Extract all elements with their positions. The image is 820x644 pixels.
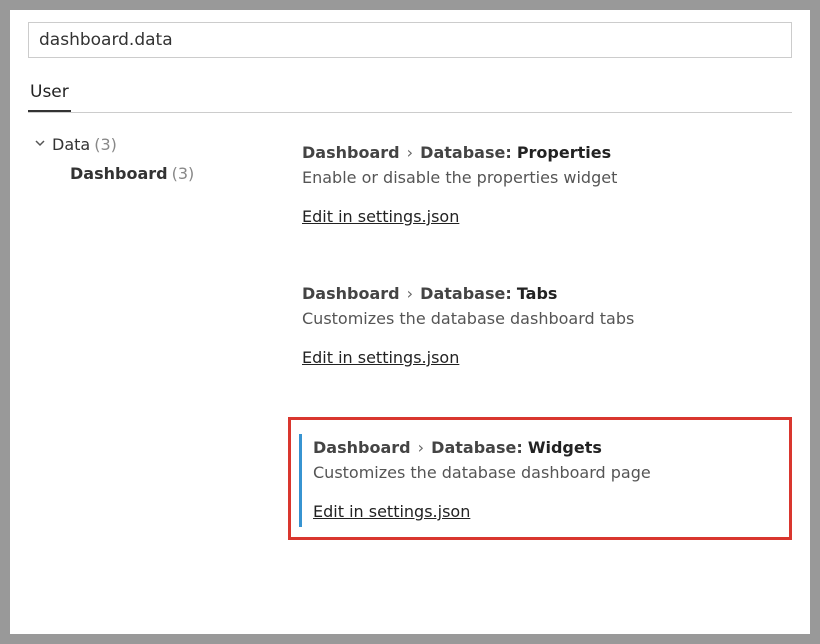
breadcrumb-part: Dashboard (313, 438, 411, 457)
setting-title: Dashboard › Database: Properties (302, 143, 782, 162)
search-input[interactable] (28, 22, 792, 58)
setting-desc: Enable or disable the properties widget (302, 168, 782, 187)
setting-properties: Dashboard › Database: Properties Enable … (288, 139, 792, 232)
setting-widgets: Dashboard › Database: Widgets Customizes… (299, 434, 781, 527)
tree-label-data: Data (52, 135, 90, 154)
breadcrumb-sep: › (418, 438, 424, 457)
chevron-down-icon (34, 137, 48, 153)
settings-window: User Data (3) Dashboard (3) Dashboard › (10, 10, 810, 634)
breadcrumb-part: Dashboard (302, 284, 400, 303)
highlight-annotation: Dashboard › Database: Widgets Customizes… (288, 417, 792, 540)
setting-title: Dashboard › Database: Widgets (313, 438, 771, 457)
sidebar: Data (3) Dashboard (3) (28, 131, 288, 540)
breadcrumb-sep: › (407, 284, 413, 303)
setting-name: Widgets (528, 438, 602, 457)
setting-name: Properties (517, 143, 611, 162)
setting-desc: Customizes the database dashboard page (313, 463, 771, 482)
breadcrumb-sep: › (407, 143, 413, 162)
breadcrumb-part: Dashboard (302, 143, 400, 162)
breadcrumb-part: Database: (431, 438, 523, 457)
tree-count-data: (3) (94, 135, 117, 154)
breadcrumb-part: Database: (420, 143, 512, 162)
tabs-bar: User (28, 76, 792, 113)
settings-content: Dashboard › Database: Properties Enable … (288, 131, 792, 540)
edit-in-settings-json-link[interactable]: Edit in settings.json (302, 207, 459, 226)
tree-count-dashboard: (3) (172, 164, 195, 183)
edit-in-settings-json-link[interactable]: Edit in settings.json (302, 348, 459, 367)
setting-desc: Customizes the database dashboard tabs (302, 309, 782, 328)
tree-label-dashboard: Dashboard (70, 164, 168, 183)
edit-in-settings-json-link[interactable]: Edit in settings.json (313, 502, 470, 521)
setting-tabs: Dashboard › Database: Tabs Customizes th… (288, 280, 792, 373)
tab-user[interactable]: User (28, 76, 71, 112)
tree-node-data[interactable]: Data (3) (34, 131, 288, 158)
tree-node-dashboard[interactable]: Dashboard (3) (34, 158, 288, 189)
settings-body: Data (3) Dashboard (3) Dashboard › Datab… (28, 131, 792, 540)
setting-title: Dashboard › Database: Tabs (302, 284, 782, 303)
breadcrumb-part: Database: (420, 284, 512, 303)
setting-name: Tabs (517, 284, 558, 303)
